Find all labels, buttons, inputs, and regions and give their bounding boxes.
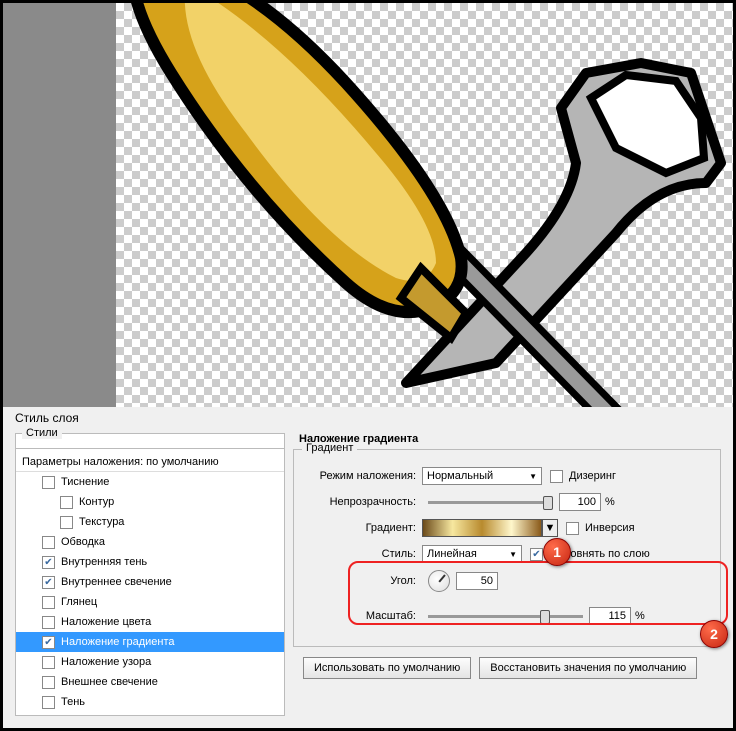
chevron-down-icon: ▼ xyxy=(545,522,556,534)
blend-mode-label: Режим наложения: xyxy=(304,470,422,482)
style-blending-options[interactable]: Параметры наложения: по умолчанию xyxy=(16,452,284,472)
chevron-down-icon: ▼ xyxy=(509,550,517,559)
checkbox-icon[interactable] xyxy=(42,656,55,669)
checkbox-icon xyxy=(530,548,543,561)
style-stroke[interactable]: Обводка xyxy=(16,532,284,552)
checkbox-icon[interactable] xyxy=(42,616,55,629)
checkbox-icon[interactable] xyxy=(42,576,55,589)
checkbox-icon[interactable] xyxy=(42,596,55,609)
style-inner-shadow[interactable]: Внутренняя тень xyxy=(16,552,284,572)
gradient-dropdown[interactable]: ▼ xyxy=(542,519,558,537)
style-color-overlay[interactable]: Наложение цвета xyxy=(16,612,284,632)
scale-input[interactable] xyxy=(589,607,631,625)
gradient-preview[interactable] xyxy=(422,519,542,537)
chevron-down-icon: ▼ xyxy=(529,472,537,481)
style-contour[interactable]: Контур xyxy=(16,492,284,512)
style-inner-glow[interactable]: Внутреннее свечение xyxy=(16,572,284,592)
opacity-label: Непрозрачность: xyxy=(304,496,422,508)
dialog-title: Стиль слоя xyxy=(3,407,733,433)
scale-label: Масштаб: xyxy=(304,610,422,622)
angle-dial[interactable] xyxy=(428,570,450,592)
checkbox-icon[interactable] xyxy=(42,676,55,689)
align-checkbox[interactable]: Выровнять по слою xyxy=(530,548,650,561)
checkbox-icon[interactable] xyxy=(60,516,73,529)
dither-checkbox[interactable]: Дизеринг xyxy=(550,470,616,483)
gradient-label: Градиент: xyxy=(304,522,422,534)
checkbox-icon xyxy=(566,522,579,535)
gradient-fieldset: Градиент Режим наложения: Нормальный▼ Ди… xyxy=(293,449,721,647)
checkbox-icon[interactable] xyxy=(42,696,55,709)
fieldset-legend: Градиент xyxy=(302,442,357,454)
style-select[interactable]: Линейная▼ xyxy=(422,545,522,563)
opacity-input[interactable] xyxy=(559,493,601,511)
checkbox-icon xyxy=(550,470,563,483)
style-pattern-overlay[interactable]: Наложение узора xyxy=(16,652,284,672)
style-texture[interactable]: Текстура xyxy=(16,512,284,532)
style-satin[interactable]: Глянец xyxy=(16,592,284,612)
styles-panel-header: Стили xyxy=(22,427,62,439)
style-drop-shadow[interactable]: Тень xyxy=(16,692,284,712)
scale-slider[interactable] xyxy=(428,615,583,618)
section-title: Наложение градиента xyxy=(299,433,721,445)
checkbox-icon[interactable] xyxy=(42,636,55,649)
style-gradient-overlay[interactable]: Наложение градиента xyxy=(16,632,284,652)
style-bevel[interactable]: Тиснение xyxy=(16,472,284,492)
opacity-slider[interactable] xyxy=(428,501,553,504)
reverse-checkbox[interactable]: Инверсия xyxy=(566,522,635,535)
checkbox-icon[interactable] xyxy=(60,496,73,509)
angle-input[interactable] xyxy=(456,572,498,590)
checkbox-icon[interactable] xyxy=(42,536,55,549)
canvas-area xyxy=(116,3,733,407)
checkbox-icon[interactable] xyxy=(42,556,55,569)
make-default-button[interactable]: Использовать по умолчанию xyxy=(303,657,471,679)
style-label: Стиль: xyxy=(304,548,422,560)
style-outer-glow[interactable]: Внешнее свечение xyxy=(16,672,284,692)
angle-label: Угол: xyxy=(304,575,422,587)
checkbox-icon[interactable] xyxy=(42,476,55,489)
reset-default-button[interactable]: Восстановить значения по умолчанию xyxy=(479,657,697,679)
blend-mode-select[interactable]: Нормальный▼ xyxy=(422,467,542,485)
